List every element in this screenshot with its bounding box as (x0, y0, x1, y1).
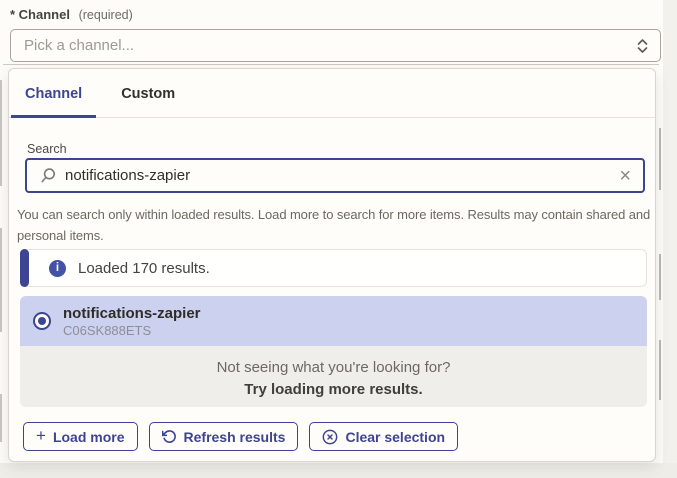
clear-selection-label: Clear selection (345, 429, 445, 445)
dropdown-tabbar: Channel Custom (9, 69, 655, 118)
underlying-field-border (3, 64, 659, 65)
field-label: * Channel (required) (10, 7, 133, 22)
page-background-right (663, 0, 677, 478)
underlying-field-border (0, 394, 2, 442)
circle-x-icon (322, 429, 338, 445)
search-input[interactable] (65, 167, 608, 184)
dropdown-actions: + Load more Refresh results Clear select… (23, 422, 458, 451)
radio-selected-icon[interactable] (33, 312, 51, 330)
tab-custom[interactable]: Custom (107, 69, 189, 118)
load-more-button[interactable]: + Load more (23, 422, 138, 451)
underlying-field-border (659, 254, 661, 300)
plus-icon: + (36, 427, 46, 444)
result-name: notifications-zapier (63, 304, 201, 323)
channel-dropdown-panel: Channel Custom Search × You can search o… (8, 68, 656, 462)
page-background-bottom (0, 463, 677, 478)
updown-chevron-icon (637, 38, 648, 54)
select-placeholder: Pick a channel... (24, 37, 134, 54)
search-icon (39, 167, 56, 184)
hint-line1: Not seeing what you're looking for? (20, 357, 647, 379)
results-loaded-banner: i Loaded 170 results. (20, 249, 647, 287)
banner-accent-bar (20, 249, 29, 287)
underlying-field-border (0, 228, 2, 332)
hint-line2: Try loading more results. (20, 379, 647, 401)
load-more-hint: Not seeing what you're looking for? Try … (20, 346, 647, 407)
field-label-text: * Channel (10, 7, 70, 22)
result-id: C06SK888ETS (63, 323, 201, 339)
banner-message: Loaded 170 results. (78, 260, 210, 277)
refresh-results-label: Refresh results (184, 429, 286, 445)
search-label: Search (27, 142, 67, 156)
search-helper-text: You can search only within loaded result… (17, 204, 653, 246)
field-required-tag: (required) (79, 8, 133, 22)
rotate-ccw-icon (162, 429, 177, 444)
underlying-field-border (0, 80, 2, 186)
clear-search-x-icon[interactable]: × (617, 166, 633, 186)
underlying-field-border (659, 340, 661, 400)
result-text-block: notifications-zapier C06SK888ETS (63, 304, 201, 339)
result-row-selected[interactable]: notifications-zapier C06SK888ETS (20, 296, 647, 346)
load-more-label: Load more (53, 429, 125, 445)
info-icon: i (49, 260, 66, 277)
clear-selection-button[interactable]: Clear selection (309, 422, 458, 451)
search-input-wrapper: × (25, 158, 645, 193)
refresh-results-button[interactable]: Refresh results (149, 422, 299, 451)
underlying-field-border (659, 128, 661, 190)
tab-channel[interactable]: Channel (11, 69, 96, 118)
channel-select-trigger[interactable]: Pick a channel... (10, 29, 661, 62)
